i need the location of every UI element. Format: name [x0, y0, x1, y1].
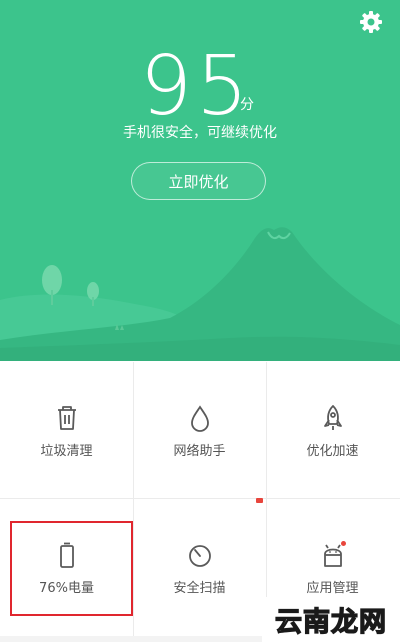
- grid-divider: [0, 498, 400, 499]
- gear-icon[interactable]: [358, 9, 384, 35]
- highlight-annotation-box: [10, 521, 133, 616]
- watermark-text: 云南龙网: [274, 606, 387, 638]
- site-watermark: 云南龙网: [262, 597, 400, 642]
- tool-label: 垃圾清理: [40, 444, 93, 459]
- tool-optimize-speed[interactable]: 优化加速: [266, 362, 399, 499]
- security-score: 95 分: [0, 39, 400, 134]
- tool-label: 应用管理: [306, 581, 359, 596]
- droplet-icon: [190, 405, 209, 432]
- tool-network-assistant[interactable]: 网络助手: [133, 362, 266, 499]
- grid-divider: [133, 362, 134, 636]
- android-icon: [323, 541, 346, 567]
- tool-label: 优化加速: [306, 444, 359, 459]
- notification-dot: [340, 541, 346, 546]
- score-unit: 分: [240, 97, 254, 113]
- trash-icon: [57, 406, 76, 430]
- tool-label: 网络助手: [173, 444, 226, 459]
- optimize-now-button[interactable]: 立即优化: [131, 162, 266, 200]
- grid-divider: [266, 362, 267, 636]
- scan-gauge-icon: [188, 545, 211, 567]
- tool-security-scan[interactable]: 安全扫描: [133, 499, 266, 636]
- rocket-icon: [323, 405, 342, 430]
- tool-label: 安全扫描: [173, 581, 226, 596]
- security-status: 手机很安全，可继续优化: [123, 125, 277, 141]
- score-header: 95 分 手机很安全，可继续优化 立即优化: [0, 0, 400, 361]
- tool-junk-cleanup[interactable]: 垃圾清理: [0, 362, 133, 499]
- new-badge: [256, 498, 263, 503]
- score-value: 95: [139, 39, 253, 134]
